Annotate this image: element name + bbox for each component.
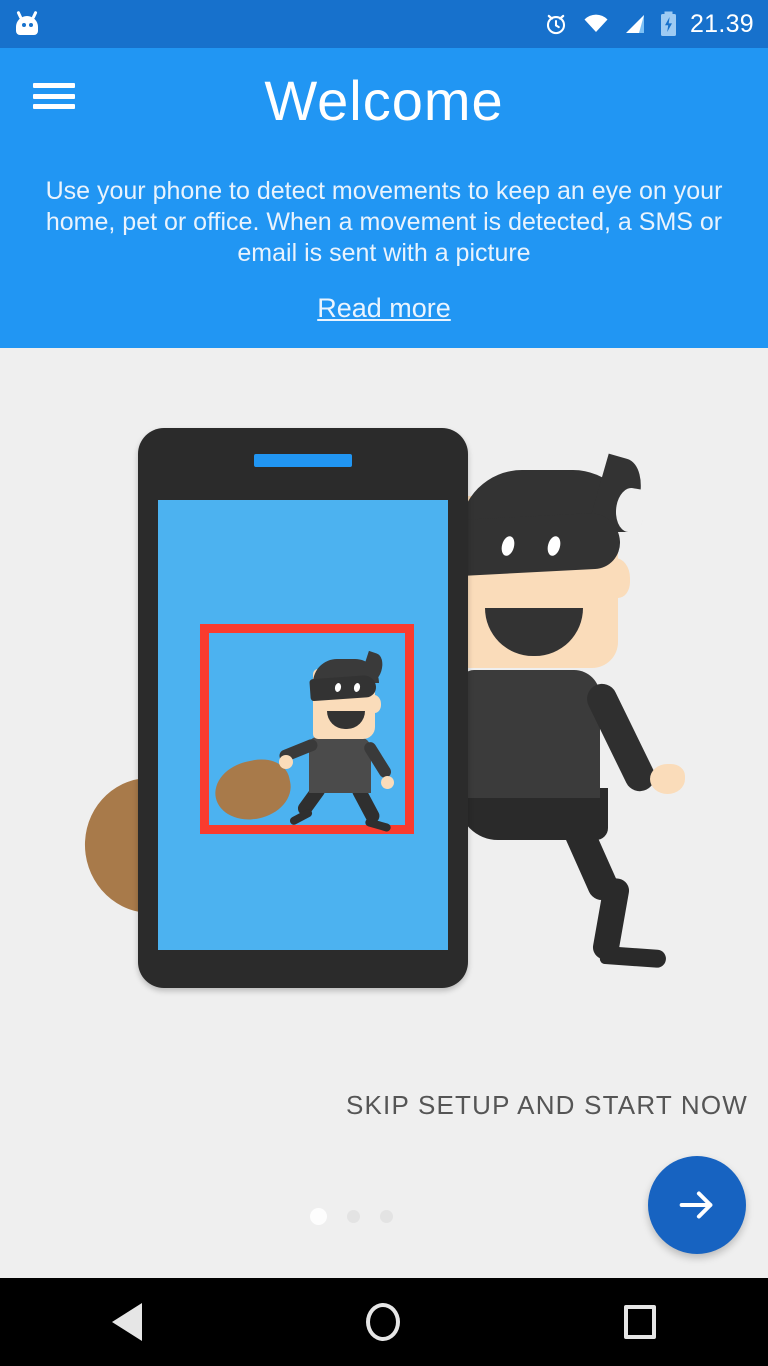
page-dot-2[interactable] — [347, 1210, 360, 1223]
motion-detection-box — [200, 624, 414, 834]
back-triangle-icon[interactable] — [112, 1303, 142, 1341]
read-more-label: Read more — [317, 293, 451, 323]
home-circle-icon[interactable] — [366, 1303, 400, 1341]
status-bar-right: 21.39 — [543, 10, 754, 39]
app-screen: 21.39 Welcome Use your phone to detect m… — [0, 0, 768, 1366]
small-burglar-figure — [209, 633, 423, 843]
phone-mockup — [138, 428, 468, 988]
large-burglar-figure — [430, 448, 730, 1048]
status-bar-left — [14, 10, 40, 37]
burglar-detection-illustration — [0, 348, 768, 1068]
skip-setup-button[interactable]: SKIP SETUP AND START NOW — [0, 1090, 748, 1121]
arrow-right-icon — [679, 1191, 713, 1219]
alarm-icon — [546, 14, 565, 35]
read-more-link[interactable]: Read more — [0, 293, 768, 324]
status-bar: 21.39 — [0, 0, 768, 48]
wifi-icon — [584, 14, 608, 32]
phone-speaker-bar — [254, 454, 352, 467]
header-description: Use your phone to detect movements to ke… — [45, 177, 723, 267]
android-head-icon — [14, 10, 40, 37]
android-navigation-bar — [0, 1278, 768, 1366]
recents-square-icon[interactable] — [624, 1305, 656, 1339]
signal-icon — [625, 15, 644, 33]
page-indicator — [310, 1208, 393, 1225]
battery-charging-icon — [660, 11, 676, 36]
status-bar-clock: 21.39 — [689, 9, 754, 38]
phone-screen — [158, 500, 448, 950]
page-dot-1[interactable] — [310, 1208, 327, 1225]
page-dot-3[interactable] — [380, 1210, 393, 1223]
app-header: Welcome Use your phone to detect movemen… — [0, 48, 768, 348]
next-fab-button[interactable] — [648, 1156, 746, 1254]
page-title: Welcome — [264, 69, 504, 132]
